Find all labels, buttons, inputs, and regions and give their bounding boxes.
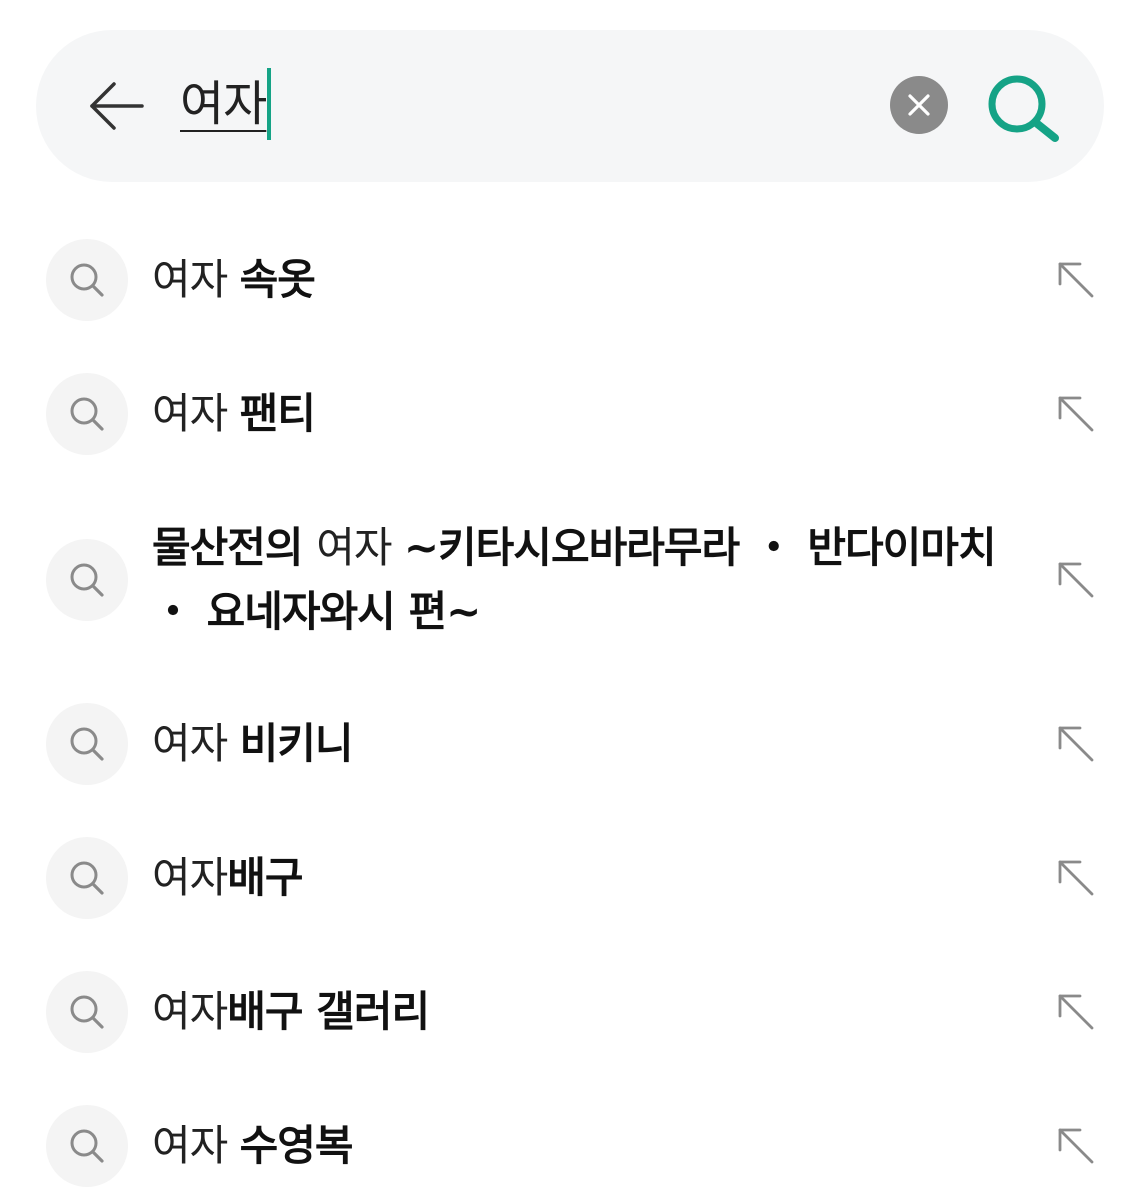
arrow-up-left-icon: [1058, 396, 1094, 432]
suggestion-item[interactable]: 여자 비키니: [0, 668, 1140, 802]
search-icon: [70, 995, 104, 1029]
text-caret: [267, 68, 272, 140]
back-button[interactable]: [80, 66, 152, 146]
arrow-up-left-icon: [1058, 262, 1094, 298]
suggestion-search-icon: [46, 1105, 128, 1187]
suggestion-text-part: 배구: [227, 853, 303, 902]
suggestion-text-part: 속옷: [239, 255, 316, 304]
suggestion-search-icon: [46, 373, 128, 455]
arrow-left-icon: [90, 82, 144, 130]
clear-button[interactable]: [890, 76, 948, 134]
fill-query-button[interactable]: [1050, 718, 1102, 770]
suggestion-search-icon: [46, 239, 128, 321]
suggestion-text-part: 여자: [152, 1121, 240, 1170]
suggestion-label: 물산전의 여자 ~키타시오바라무라 ・ 반다이마치 ・ 요네자와시 편~: [152, 516, 1002, 644]
arrow-up-left-icon: [1058, 860, 1094, 896]
suggestion-item[interactable]: 여자배구 갤러리: [0, 936, 1140, 1070]
suggestion-text-part: 팬티: [239, 389, 316, 438]
suggestion-text-part: 여자: [152, 853, 228, 902]
fill-query-button[interactable]: [1050, 852, 1102, 904]
suggestion-search-icon: [46, 703, 128, 785]
suggestion-text-part: 여자: [152, 389, 240, 438]
suggestion-item[interactable]: 여자 속옷: [0, 200, 1140, 334]
search-input[interactable]: 여자: [180, 62, 272, 146]
search-icon: [70, 397, 104, 431]
suggestion-label: 여자배구: [152, 846, 1002, 910]
fill-query-button[interactable]: [1050, 1120, 1102, 1172]
suggestion-item[interactable]: 여자 팬티: [0, 334, 1140, 468]
fill-query-button[interactable]: [1050, 388, 1102, 440]
suggestion-label: 여자 팬티: [152, 382, 1002, 446]
arrow-up-left-icon: [1058, 1128, 1094, 1164]
search-icon: [70, 263, 104, 297]
fill-query-button[interactable]: [1050, 554, 1102, 606]
arrow-up-left-icon: [1058, 994, 1094, 1030]
suggestion-text-part: 여자: [316, 523, 404, 572]
suggestion-search-icon: [46, 837, 128, 919]
search-query-text: 여자: [180, 76, 267, 132]
search-icon: [988, 75, 1059, 142]
search-icon: [70, 563, 104, 597]
suggestion-item[interactable]: 여자 수영복: [0, 1070, 1140, 1200]
suggestion-label: 여자 비키니: [152, 712, 1002, 776]
fill-query-button[interactable]: [1050, 254, 1102, 306]
suggestion-item[interactable]: 여자배구: [0, 802, 1140, 936]
suggestion-label: 여자 수영복: [152, 1114, 1002, 1178]
search-icon: [70, 727, 104, 761]
close-icon: [908, 94, 930, 116]
suggestion-text-part: 여자: [152, 987, 228, 1036]
suggestion-label: 여자배구 갤러리: [152, 980, 1002, 1044]
arrow-up-left-icon: [1058, 726, 1094, 762]
suggestion-text-part: 여자: [152, 719, 240, 768]
search-submit-button[interactable]: [982, 70, 1066, 146]
search-icon: [70, 861, 104, 895]
suggestion-text-part: 물산전의: [152, 523, 317, 572]
suggestion-text-part: 수영복: [239, 1121, 354, 1170]
search-icon: [70, 1129, 104, 1163]
suggestion-text-part: 여자: [152, 255, 240, 304]
arrow-up-left-icon: [1058, 562, 1094, 598]
fill-query-button[interactable]: [1050, 986, 1102, 1038]
suggestion-text-part: 비키니: [239, 719, 354, 768]
suggestion-item[interactable]: 물산전의 여자 ~키타시오바라무라 ・ 반다이마치 ・ 요네자와시 편~: [0, 468, 1140, 668]
suggestion-text-part: 배구 갤러리: [227, 987, 430, 1036]
suggestion-search-icon: [46, 971, 128, 1053]
suggestion-label: 여자 속옷: [152, 248, 1002, 312]
suggestion-search-icon: [46, 539, 128, 621]
